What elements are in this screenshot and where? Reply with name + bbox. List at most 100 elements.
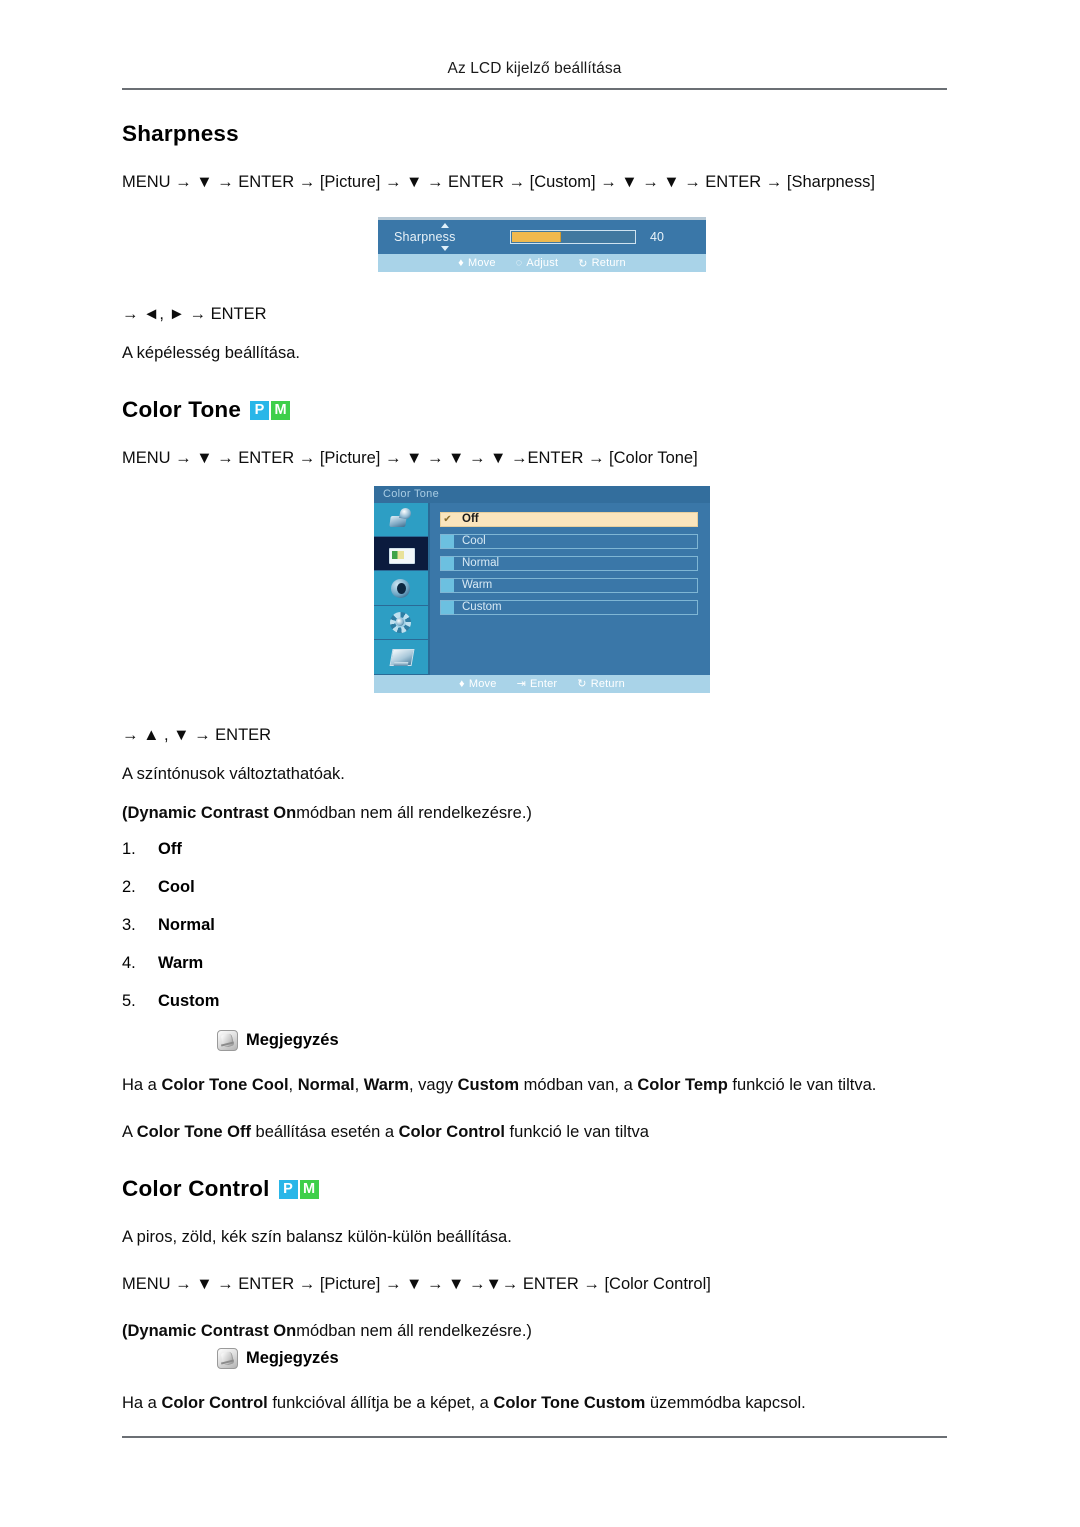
footer-return: ↻ Return bbox=[578, 257, 626, 270]
osd-sidebar-picture[interactable] bbox=[374, 536, 428, 572]
osd-sharpness-label: Sharpness bbox=[394, 230, 456, 245]
osd-option-off-label: Off bbox=[462, 513, 479, 526]
color-tone-menu-path: MENU → ▼ → ENTER → [Picture] → ▼ → ▼ → ▼… bbox=[122, 449, 698, 468]
bullet-square-icon bbox=[441, 578, 454, 592]
list-item-label: Normal bbox=[158, 915, 215, 934]
footer-move-label: Move bbox=[468, 677, 497, 690]
footer-enter: ⇥ Enter bbox=[517, 677, 558, 691]
multi-control-monitor-icon bbox=[388, 646, 414, 668]
list-item-number: 2. bbox=[122, 877, 136, 896]
osd-sharpness-row: Sharpness 40 bbox=[378, 220, 706, 254]
header-divider bbox=[122, 88, 947, 90]
footer-adjust: ◌ Adjust bbox=[516, 257, 559, 269]
footer-adjust-label: Adjust bbox=[526, 257, 559, 270]
bullet-square-icon bbox=[441, 556, 454, 570]
osd-sharpness-panel: Sharpness 40 ♦ Move ◌ Adjust ↻ Return bbox=[378, 217, 706, 273]
list-item-number: 4. bbox=[122, 953, 136, 972]
sharpness-menu-path: MENU → ▼ → ENTER → [Picture] → ▼ → ENTER… bbox=[122, 173, 875, 192]
osd-color-tone-body: ✔ Off Cool Normal Warm Custom bbox=[374, 502, 710, 675]
footer-move-label: Move bbox=[467, 257, 496, 270]
list-item: 1. Off bbox=[122, 840, 962, 859]
osd-color-tone-title: Color Tone bbox=[374, 485, 710, 503]
list-item-number: 3. bbox=[122, 915, 136, 934]
note-heading-label: Megjegyzés bbox=[246, 1030, 339, 1049]
sharpness-slider[interactable] bbox=[510, 230, 636, 245]
sound-icon bbox=[388, 577, 414, 599]
color-tone-availability-note-bold: (Dynamic Contrast On bbox=[122, 803, 297, 822]
osd-option-custom-label: Custom bbox=[462, 601, 502, 614]
badge-pc-icon: P bbox=[250, 400, 270, 420]
color-tone-note-line-1: Ha a Color Tone Cool, Normal, Warm, vagy… bbox=[122, 1075, 877, 1094]
updown-arrow-icon: ♦ bbox=[458, 257, 464, 270]
osd-option-warm-label: Warm bbox=[462, 579, 493, 592]
list-item-number: 1. bbox=[122, 839, 136, 858]
section-title-color-control-text: Color Control bbox=[122, 1175, 270, 1201]
osd-sharpness-footer: ♦ Move ◌ Adjust ↻ Return bbox=[378, 254, 706, 273]
color-control-menu-path: MENU → ▼ → ENTER → [Picture] → ▼ → ▼ →▼→… bbox=[122, 1275, 711, 1294]
osd-sidebar-input-source[interactable] bbox=[374, 503, 428, 537]
list-item-label: Cool bbox=[158, 877, 195, 896]
osd-color-tone-footer: ♦ Move ⇥ Enter ↻ Return bbox=[374, 674, 710, 693]
color-tone-availability-note: (Dynamic Contrast Onmódban nem áll rende… bbox=[122, 801, 962, 826]
page-content: Sharpness MENU → ▼ → ENTER → [Picture] →… bbox=[122, 120, 962, 1416]
sharpness-slider-fill bbox=[512, 232, 561, 243]
sharpness-key-path: → ◄, ► → ENTER bbox=[122, 305, 267, 324]
section-title-color-tone: Color Tone P M bbox=[122, 396, 962, 424]
osd-option-custom[interactable]: Custom bbox=[440, 599, 698, 615]
osd-option-cool[interactable]: Cool bbox=[440, 533, 698, 549]
note-pencil-icon bbox=[217, 1348, 238, 1370]
badge-group-color-control: P M bbox=[278, 1179, 319, 1199]
return-arrow-icon: ↻ bbox=[577, 678, 587, 691]
color-control-availability-note-bold: (Dynamic Contrast On bbox=[122, 1322, 297, 1341]
return-arrow-icon: ↻ bbox=[578, 257, 588, 270]
color-control-note-line: Ha a Color Control funkcióval állítja be… bbox=[122, 1394, 806, 1413]
list-item-label: Custom bbox=[158, 991, 220, 1010]
osd-sidebar-sound[interactable] bbox=[374, 571, 428, 606]
list-item-label: Warm bbox=[158, 953, 204, 972]
osd-option-cool-label: Cool bbox=[462, 535, 486, 548]
list-item-number: 5. bbox=[122, 991, 136, 1010]
leftright-arrow-icon: ◌ bbox=[515, 257, 523, 270]
color-tone-note-line-2: A Color Tone Off beállítása esetén a Col… bbox=[122, 1122, 649, 1141]
footer-return: ↻ Return bbox=[577, 677, 625, 691]
footer-move: ♦ Move bbox=[458, 257, 496, 269]
bullet-square-icon bbox=[441, 600, 454, 614]
osd-option-normal[interactable]: Normal bbox=[440, 555, 698, 571]
bullet-square-icon bbox=[441, 534, 454, 548]
badge-media-icon: M bbox=[271, 400, 291, 420]
setup-gear-icon bbox=[388, 611, 414, 634]
section-title-color-control: Color Control P M bbox=[122, 1175, 962, 1203]
osd-color-tone-panel: Color Tone ✔ Off Cool Normal Warm Custom… bbox=[374, 485, 710, 693]
triangle-down-icon bbox=[441, 246, 449, 252]
color-tone-description: A színtónusok változtathatóak. bbox=[122, 764, 345, 783]
triangle-up-icon bbox=[441, 223, 449, 229]
list-item-label: Off bbox=[158, 839, 182, 858]
input-source-icon bbox=[388, 508, 414, 530]
color-tone-availability-note-rest: módban nem áll rendelkezésre.) bbox=[296, 803, 532, 822]
updown-arrow-icon: ♦ bbox=[459, 677, 465, 690]
osd-sidebar-multi-control[interactable] bbox=[374, 640, 428, 675]
footer-move: ♦ Move bbox=[459, 678, 497, 690]
note-heading-color-control: Megjegyzés bbox=[217, 1348, 962, 1370]
osd-option-warm[interactable]: Warm bbox=[440, 577, 698, 593]
osd-option-list: ✔ Off Cool Normal Warm Custom bbox=[430, 503, 710, 675]
badge-group-color-tone: P M bbox=[250, 400, 291, 420]
color-tone-option-list: 1. Off 2. Cool 3. Normal 4. Warm 5. Cust… bbox=[122, 840, 962, 1011]
note-heading-color-tone: Megjegyzés bbox=[217, 1029, 962, 1051]
color-control-availability-note-rest: módban nem áll rendelkezésre.) bbox=[296, 1322, 532, 1341]
running-header: Az LCD kijelző beállítása bbox=[447, 60, 622, 77]
color-control-availability-note: (Dynamic Contrast Onmódban nem áll rende… bbox=[122, 1319, 962, 1344]
list-item: 5. Custom bbox=[122, 992, 962, 1011]
osd-option-off[interactable]: ✔ Off bbox=[440, 511, 698, 527]
list-item: 3. Normal bbox=[122, 916, 962, 935]
footer-return-label: Return bbox=[590, 677, 625, 690]
sharpness-value: 40 bbox=[650, 230, 664, 245]
footer-divider bbox=[122, 1436, 947, 1438]
color-control-description: A piros, zöld, kék szín balansz külön-kü… bbox=[122, 1228, 512, 1247]
footer-enter-label: Enter bbox=[530, 677, 558, 690]
osd-sidebar-setup[interactable] bbox=[374, 606, 428, 641]
osd-sharpness-label-wrap: Sharpness bbox=[394, 220, 510, 254]
list-item: 4. Warm bbox=[122, 954, 962, 973]
section-title-sharpness-text: Sharpness bbox=[122, 121, 239, 146]
sharpness-description: A képélesség beállítása. bbox=[122, 344, 300, 363]
